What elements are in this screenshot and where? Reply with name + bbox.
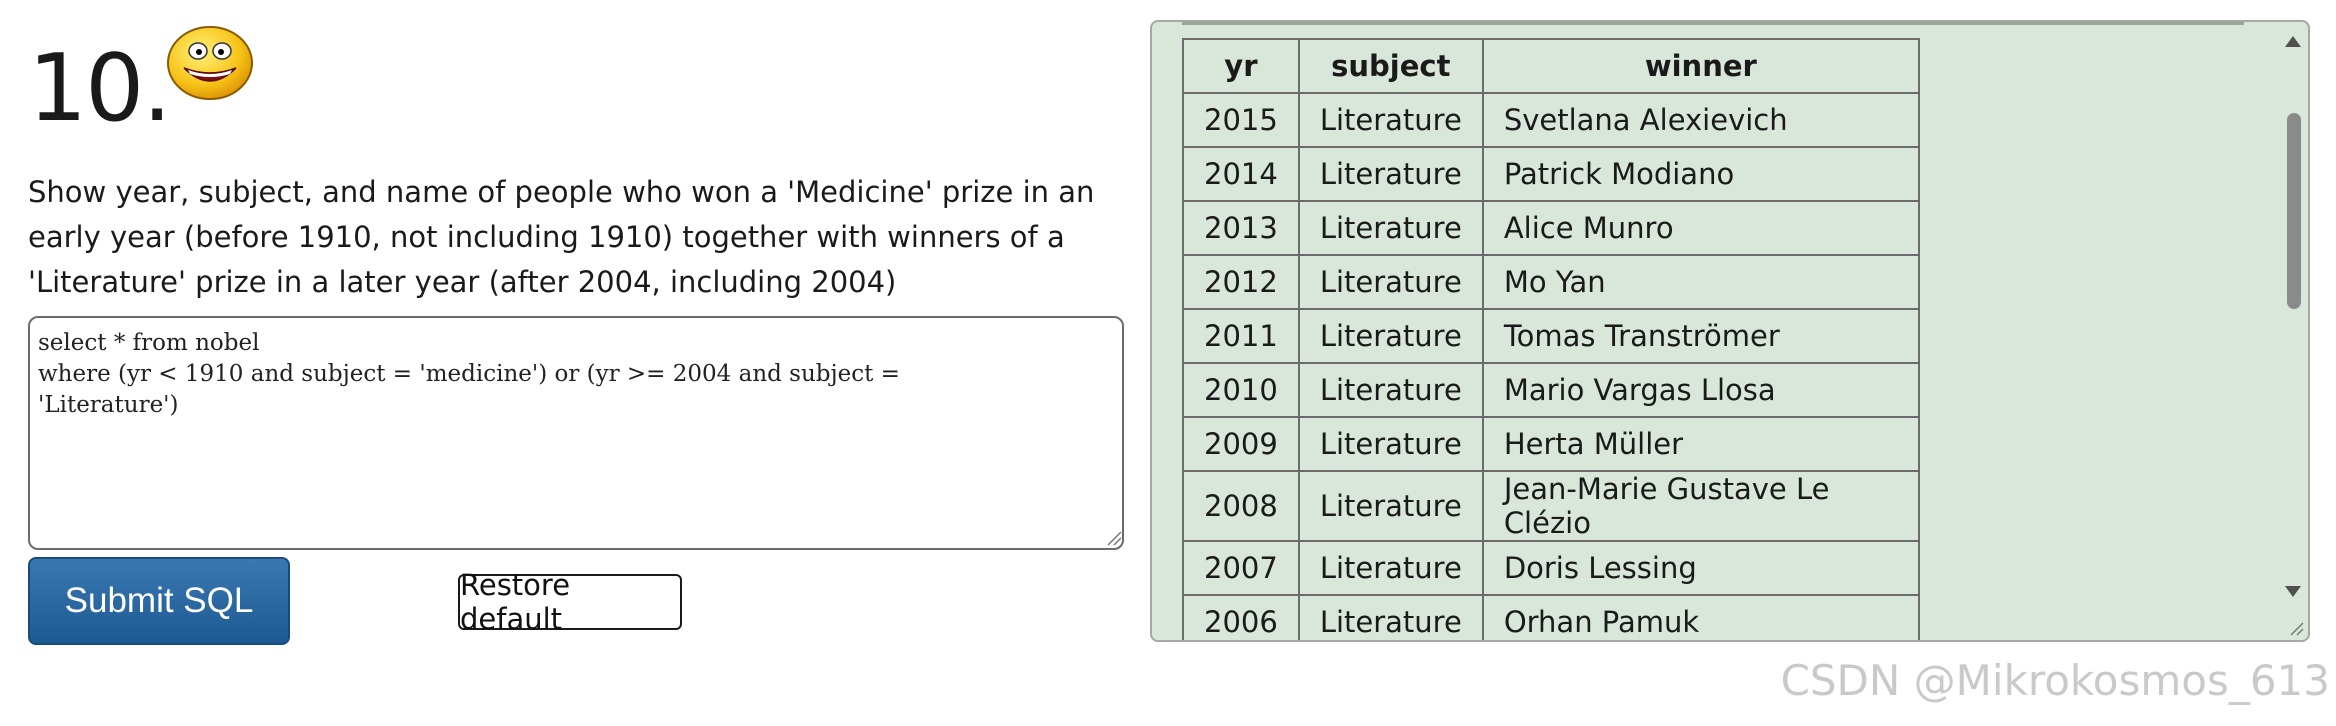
results-table: yr subject winner 2015 Literature Svetla… <box>1182 38 1920 640</box>
resize-grip-icon[interactable] <box>1104 528 1122 546</box>
results-panel[interactable]: yr subject winner 2015 Literature Svetla… <box>1150 20 2310 642</box>
resize-grip-icon[interactable] <box>2288 620 2304 636</box>
submit-sql-button[interactable]: Submit SQL <box>28 557 290 645</box>
column-header-yr: yr <box>1182 38 1300 94</box>
cell-winner: Doris Lessing <box>1481 540 1920 596</box>
cell-yr: 2007 <box>1182 540 1300 596</box>
cell-winner: Svetlana Alexievich <box>1481 92 1920 148</box>
table-row: 2006 Literature Orhan Pamuk <box>1182 594 1920 640</box>
scroll-up-arrow-icon[interactable] <box>2285 36 2301 47</box>
cell-yr: 2015 <box>1182 92 1300 148</box>
scroll-thumb[interactable] <box>2287 113 2301 309</box>
cell-yr: 2012 <box>1182 254 1300 310</box>
cell-yr: 2009 <box>1182 416 1300 472</box>
cell-subject: Literature <box>1297 594 1484 640</box>
cell-winner: Mario Vargas Llosa <box>1481 362 1920 418</box>
table-row: 2008 Literature Jean-Marie Gustave Le Cl… <box>1182 470 1920 542</box>
table-row: 2007 Literature Doris Lessing <box>1182 540 1920 596</box>
cell-subject: Literature <box>1297 470 1484 542</box>
cell-subject: Literature <box>1297 92 1484 148</box>
column-header-subject: subject <box>1297 38 1484 94</box>
table-row: 2015 Literature Svetlana Alexievich <box>1182 92 1920 148</box>
cell-winner: Tomas Tranströmer <box>1481 308 1920 364</box>
table-row: 2010 Literature Mario Vargas Llosa <box>1182 362 1920 418</box>
sql-editor[interactable]: select * from nobel where (yr < 1910 and… <box>28 316 1124 550</box>
cell-subject: Literature <box>1297 416 1484 472</box>
table-row: 2014 Literature Patrick Modiano <box>1182 146 1920 202</box>
cell-subject: Literature <box>1297 200 1484 256</box>
question-text: Show year, subject, and name of people w… <box>28 175 1095 299</box>
column-header-winner: winner <box>1481 38 1920 94</box>
question-number: 10. <box>28 34 172 142</box>
cell-subject: Literature <box>1297 362 1484 418</box>
cell-yr: 2006 <box>1182 594 1300 640</box>
smiley-face-icon <box>167 26 253 100</box>
cell-winner: Herta Müller <box>1481 416 1920 472</box>
cell-subject: Literature <box>1297 254 1484 310</box>
cell-yr: 2010 <box>1182 362 1300 418</box>
cell-winner: Patrick Modiano <box>1481 146 1920 202</box>
results-divider <box>1182 22 2244 25</box>
cell-subject: Literature <box>1297 146 1484 202</box>
cell-subject: Literature <box>1297 308 1484 364</box>
table-row: 2012 Literature Mo Yan <box>1182 254 1920 310</box>
scroll-down-arrow-icon[interactable] <box>2285 586 2301 597</box>
table-row: 2011 Literature Tomas Tranströmer <box>1182 308 1920 364</box>
cell-yr: 2014 <box>1182 146 1300 202</box>
table-header-row: yr subject winner <box>1182 38 1920 94</box>
cell-yr: 2013 <box>1182 200 1300 256</box>
cell-yr: 2011 <box>1182 308 1300 364</box>
results-scrollbar[interactable] <box>2280 24 2306 618</box>
cell-winner: Alice Munro <box>1481 200 1920 256</box>
cell-yr: 2008 <box>1182 470 1300 542</box>
table-row: 2009 Literature Herta Müller <box>1182 416 1920 472</box>
restore-default-button[interactable]: Restore default <box>458 568 682 636</box>
table-row: 2013 Literature Alice Munro <box>1182 200 1920 256</box>
cell-winner: Orhan Pamuk <box>1481 594 1920 640</box>
cell-winner: Jean-Marie Gustave Le Clézio <box>1481 470 1920 542</box>
cell-winner: Mo Yan <box>1481 254 1920 310</box>
watermark: CSDN @Mikrokosmos_613 <box>1780 656 2330 705</box>
cell-subject: Literature <box>1297 540 1484 596</box>
